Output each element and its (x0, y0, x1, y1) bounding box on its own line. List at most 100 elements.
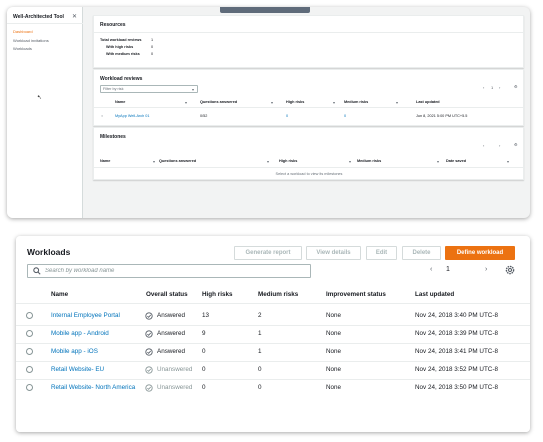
review-questions: 0/52 (200, 114, 208, 118)
sidebar-item-dashboard[interactable]: Dashboard (13, 29, 33, 34)
resources-title: Resources (100, 22, 126, 28)
table-row[interactable]: Mobile app - Android Answered 9 1 None N… (16, 326, 530, 344)
sidebar: Well-Architected Tool ✕ Dashboard Worklo… (7, 7, 83, 218)
table-row[interactable]: Retail Website- EU Unanswered 0 0 None N… (16, 362, 530, 380)
improvement-status-value: None (326, 312, 342, 319)
search-input[interactable] (45, 268, 305, 274)
dashboard-screenshot: Well-Architected Tool ✕ Dashboard Worklo… (7, 7, 530, 218)
workload-reviews-title: Workload reviews (100, 76, 143, 82)
sort-icon[interactable]: ▾ (507, 159, 509, 164)
sort-icon[interactable]: ▾ (437, 159, 439, 164)
col-date-saved: Date saved (446, 159, 467, 163)
row-radio[interactable] (26, 384, 33, 391)
sort-icon[interactable]: ▾ (396, 100, 398, 105)
workload-name-link[interactable]: Retail Website- North America (51, 384, 135, 391)
settings-icon[interactable] (505, 265, 515, 275)
workload-name-link[interactable]: Mobile app - Android (51, 330, 109, 337)
resources-card: Resources Total workload reviews 1 With … (93, 15, 525, 68)
col-high-risks: High risks (279, 159, 298, 163)
high-risks-value: 13 (202, 312, 210, 319)
next-page-icon[interactable]: › (499, 85, 500, 90)
improvement-status-value: None (326, 384, 342, 391)
review-last-updated: Jun 8, 2021 5:00 PM UTC+5.5 (416, 114, 468, 118)
milestones-empty-text: Select a workload to view its milestones (275, 172, 343, 176)
sidebar-title: Well-Architected Tool (13, 14, 64, 20)
col-questions: Questions answered (200, 100, 238, 104)
row-radio[interactable] (26, 330, 33, 337)
workload-name-link[interactable]: Internal Employee Portal (51, 312, 120, 319)
workload-name-link[interactable]: Mobile app - iOS (51, 348, 98, 355)
search-icon (33, 267, 41, 275)
high-risks-value: 0 (202, 384, 206, 391)
prev-page-icon[interactable]: ‹ (430, 266, 432, 273)
prev-page-icon[interactable]: ‹ (483, 143, 484, 148)
status-text: Answered (157, 348, 186, 355)
col-medium-risks: Medium risks (357, 159, 382, 163)
close-icon[interactable]: ✕ (72, 13, 77, 20)
check-circle-icon (145, 330, 153, 338)
next-page-icon[interactable]: › (499, 143, 500, 148)
workload-reviews-card: Workload reviews Filter by risk ▾ ‹ 1 › … (93, 69, 525, 126)
status-text: Answered (157, 312, 186, 319)
medium-risks-value: 0 (258, 366, 262, 373)
sort-icon[interactable]: ▾ (349, 159, 351, 164)
search-field[interactable] (27, 264, 311, 278)
filter-placeholder: Filter by risk (103, 87, 124, 91)
check-circle-icon (145, 348, 153, 356)
settings-icon[interactable]: ⚙ (514, 142, 518, 147)
resources-label: Total workload reviews (100, 38, 142, 42)
row-radio[interactable] (26, 366, 33, 373)
row-radio[interactable] (26, 348, 33, 355)
delete-button[interactable]: Delete (402, 246, 441, 260)
page-number[interactable]: 1 (491, 85, 493, 90)
define-workload-button[interactable]: Define workload (445, 246, 515, 260)
row-radio[interactable] (26, 312, 33, 319)
medium-risks-value: 1 (258, 330, 262, 337)
unanswered-circle-icon (145, 384, 153, 392)
high-risks-value: 0 (202, 366, 206, 373)
status-text: Unanswered (157, 366, 193, 373)
review-name-link[interactable]: MyApp Well-Arch 01 (115, 114, 150, 118)
table-row[interactable]: Retail Website- North America Unanswered… (16, 380, 530, 398)
mouse-cursor-icon: ➷ (37, 95, 43, 101)
resources-label: With high risks (106, 45, 134, 49)
workload-name-link[interactable]: Retail Website- EU (51, 366, 104, 373)
edit-button[interactable]: Edit (366, 246, 397, 260)
settings-icon[interactable]: ⚙ (514, 84, 518, 89)
sort-icon[interactable]: ▾ (333, 100, 335, 105)
prev-page-icon[interactable]: ‹ (483, 85, 484, 90)
medium-risks-value: 1 (258, 348, 262, 355)
col-improvement-status[interactable]: Improvement status (326, 291, 386, 298)
page-number[interactable]: 1 (446, 266, 450, 273)
review-medium-risks[interactable]: 0 (344, 114, 346, 118)
sort-icon[interactable]: ▾ (153, 159, 155, 164)
col-last-updated[interactable]: Last updated (415, 291, 454, 298)
last-updated-value: Nov 24, 2018 3:39 PM UTC-8 (415, 330, 498, 337)
filter-input[interactable]: Filter by risk ▾ (100, 85, 198, 93)
review-high-risks[interactable]: 0 (286, 114, 288, 118)
col-name[interactable]: Name (51, 291, 68, 298)
sort-icon[interactable]: ▾ (267, 159, 269, 164)
table-row[interactable]: Mobile app - iOS Answered 0 1 None Nov 2… (16, 344, 530, 362)
radio-button[interactable]: ○ (101, 114, 103, 118)
sort-icon[interactable]: ▾ (185, 100, 187, 105)
unanswered-circle-icon (145, 366, 153, 374)
generate-report-button[interactable]: Generate report (234, 246, 302, 260)
milestones-title: Milestones (100, 134, 126, 140)
view-details-button[interactable]: View details (306, 246, 361, 260)
col-overall-status[interactable]: Overall status (146, 291, 188, 298)
resources-value: 0 (151, 52, 154, 56)
resources-label: With medium risks (106, 52, 140, 56)
table-row[interactable]: Internal Employee Portal Answered 13 2 N… (16, 308, 530, 326)
col-medium-risks: Medium risks (344, 100, 369, 104)
sidebar-item-workloads[interactable]: Workloads (13, 46, 32, 51)
next-page-icon[interactable]: › (485, 266, 487, 273)
col-last-updated: Last updated (416, 100, 440, 104)
col-high-risks[interactable]: High risks (202, 291, 232, 298)
col-name: Name (100, 159, 111, 163)
col-medium-risks[interactable]: Medium risks (258, 291, 298, 298)
medium-risks-value: 2 (258, 312, 262, 319)
sidebar-item-workload-invitations[interactable]: Workload invitations (13, 38, 49, 43)
page-title: Workloads (27, 247, 71, 257)
sort-icon[interactable]: ▾ (271, 100, 273, 105)
